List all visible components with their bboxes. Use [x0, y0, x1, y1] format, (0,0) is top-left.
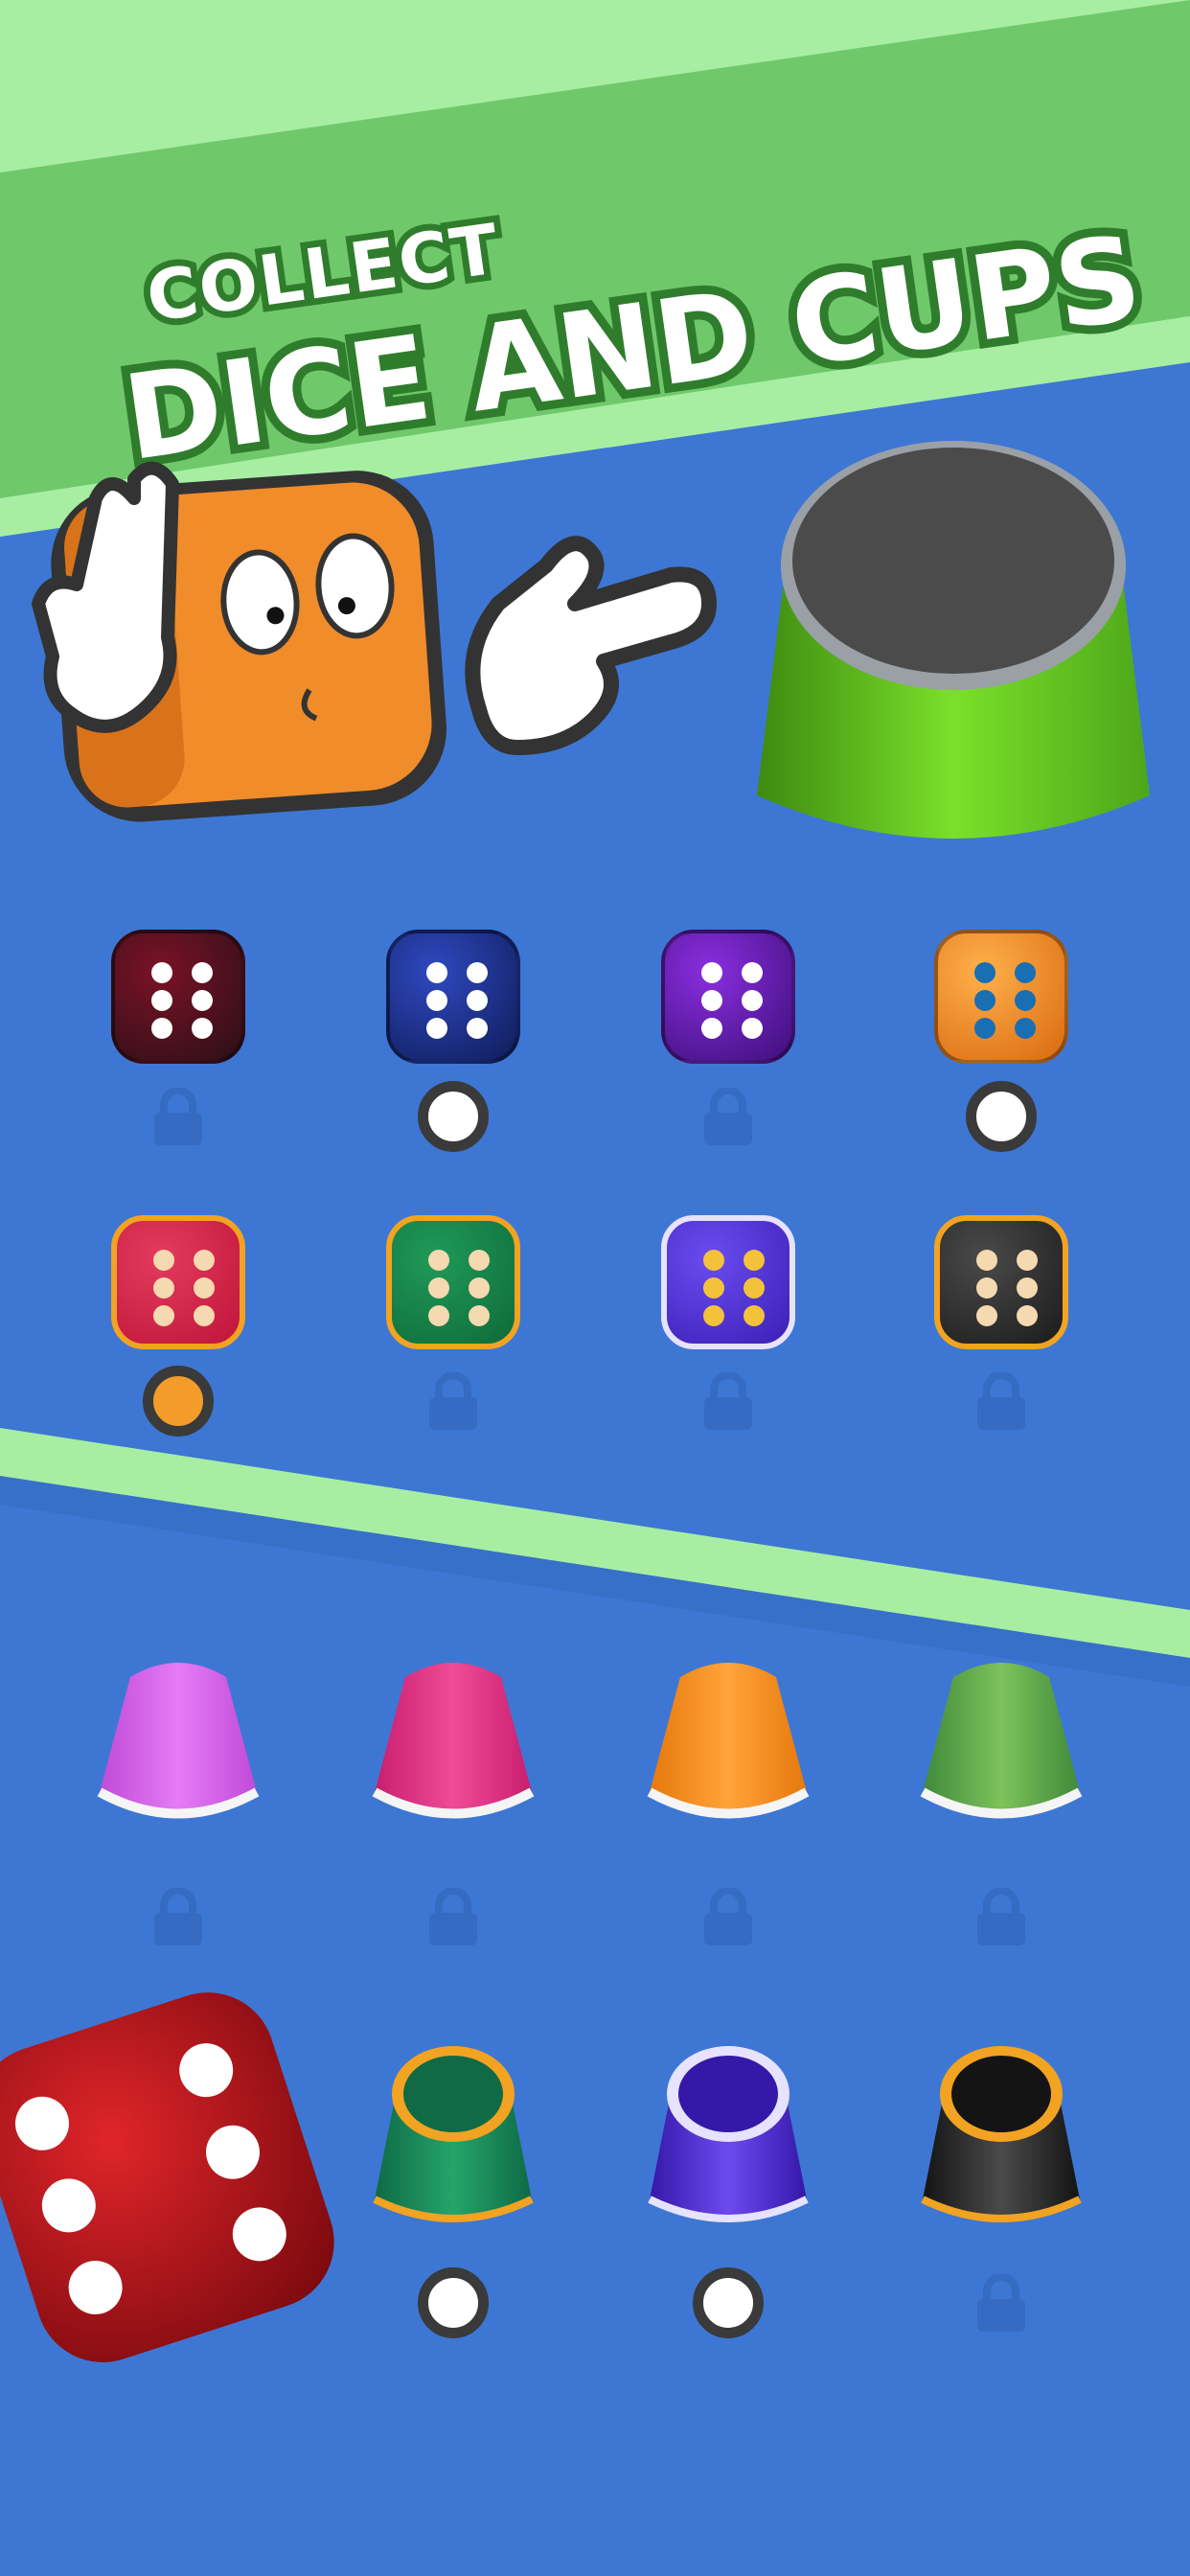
- pink-patch-cup[interactable]: [92, 1648, 264, 1840]
- dice-pip: [467, 962, 488, 983]
- magenta-patch-cup[interactable]: [367, 1648, 539, 1840]
- dice-pip: [153, 1305, 174, 1326]
- dice-pip: [701, 990, 722, 1011]
- dice-pip: [744, 1277, 765, 1299]
- dice-pip: [192, 1018, 213, 1039]
- lock-icon: [152, 1888, 204, 1945]
- dice-pip: [976, 1305, 997, 1326]
- dice-pip: [192, 990, 213, 1011]
- dice-pip: [194, 1250, 215, 1271]
- orange-crystal-dice[interactable]: [934, 930, 1068, 1064]
- dice-pip: [976, 1250, 997, 1271]
- dice-pip: [744, 1305, 765, 1326]
- lock-icon: [975, 1888, 1027, 1945]
- lock-icon: [702, 1372, 754, 1430]
- dice-pip: [742, 962, 763, 983]
- lock-icon: [975, 1372, 1027, 1430]
- dice-pip: [469, 1277, 490, 1299]
- dice-pip: [976, 1277, 997, 1299]
- radio-icon[interactable]: [418, 1081, 489, 1152]
- red-gold-dice[interactable]: [111, 1215, 245, 1349]
- big-red-dice: [0, 1992, 334, 2362]
- dice-pip: [426, 990, 447, 1011]
- dice-pip: [151, 1018, 172, 1039]
- dark-red-crystal-dice[interactable]: [111, 930, 245, 1064]
- lock-icon: [427, 1888, 479, 1945]
- orange-patch-cup[interactable]: [642, 1648, 814, 1840]
- dice-pip: [194, 1277, 215, 1299]
- dice-pip: [469, 1305, 490, 1326]
- dice-pip: [701, 1018, 722, 1039]
- dice-pip: [192, 962, 213, 983]
- purple-silver-dice[interactable]: [661, 1215, 795, 1349]
- dice-pip: [742, 1018, 763, 1039]
- radio-icon[interactable]: [693, 2267, 764, 2338]
- radio-icon[interactable]: [966, 1081, 1037, 1152]
- dice-pip: [428, 1277, 449, 1299]
- dice-pip: [426, 962, 447, 983]
- dice-pip: [151, 962, 172, 983]
- lock-icon: [975, 2274, 1027, 2332]
- lock-icon: [152, 1088, 204, 1145]
- dice-pip: [744, 1250, 765, 1271]
- purple-silver-cup[interactable]: [642, 2036, 814, 2228]
- lock-icon: [427, 1372, 479, 1430]
- green-gold-cup[interactable]: [367, 2036, 539, 2228]
- green-cup-hero: [757, 441, 1150, 839]
- dice-pip: [703, 1305, 724, 1326]
- dice-pip: [974, 1018, 995, 1039]
- radio-icon[interactable]: [418, 2267, 489, 2338]
- radio-selected-icon[interactable]: [143, 1366, 214, 1437]
- dice-pip: [1017, 1250, 1038, 1271]
- pointing-hand-icon: [465, 536, 717, 755]
- dice-pip: [153, 1277, 174, 1299]
- lock-icon: [702, 1888, 754, 1945]
- green-stripe-cup[interactable]: [915, 1648, 1087, 1840]
- purple-crystal-dice[interactable]: [661, 930, 795, 1064]
- dice-pip: [151, 990, 172, 1011]
- dice-pip: [467, 1018, 488, 1039]
- dice-pip: [1015, 1018, 1036, 1039]
- dice-pip: [469, 1250, 490, 1271]
- green-gold-dice[interactable]: [386, 1215, 520, 1349]
- dice-pip: [703, 1277, 724, 1299]
- dice-pip: [467, 990, 488, 1011]
- dice-pip: [742, 990, 763, 1011]
- dice-pip: [426, 1018, 447, 1039]
- dice-pip: [194, 1305, 215, 1326]
- dice-pip: [153, 1250, 174, 1271]
- carbon-gold-dice[interactable]: [934, 1215, 1068, 1349]
- dice-pip: [1017, 1305, 1038, 1326]
- dice-pip: [428, 1305, 449, 1326]
- dice-pip: [974, 962, 995, 983]
- dark-blue-crystal-dice[interactable]: [386, 930, 520, 1064]
- orange-dice-mascot: [32, 461, 446, 822]
- carbon-gold-cup[interactable]: [915, 2036, 1087, 2228]
- lock-icon: [702, 1088, 754, 1145]
- dice-pip: [428, 1250, 449, 1271]
- dice-pip: [1015, 990, 1036, 1011]
- dice-pip: [701, 962, 722, 983]
- dice-pip: [974, 990, 995, 1011]
- dice-pip: [703, 1250, 724, 1271]
- dice-pip: [1017, 1277, 1038, 1299]
- dice-pip: [1015, 962, 1036, 983]
- waving-hand-icon: [32, 461, 179, 733]
